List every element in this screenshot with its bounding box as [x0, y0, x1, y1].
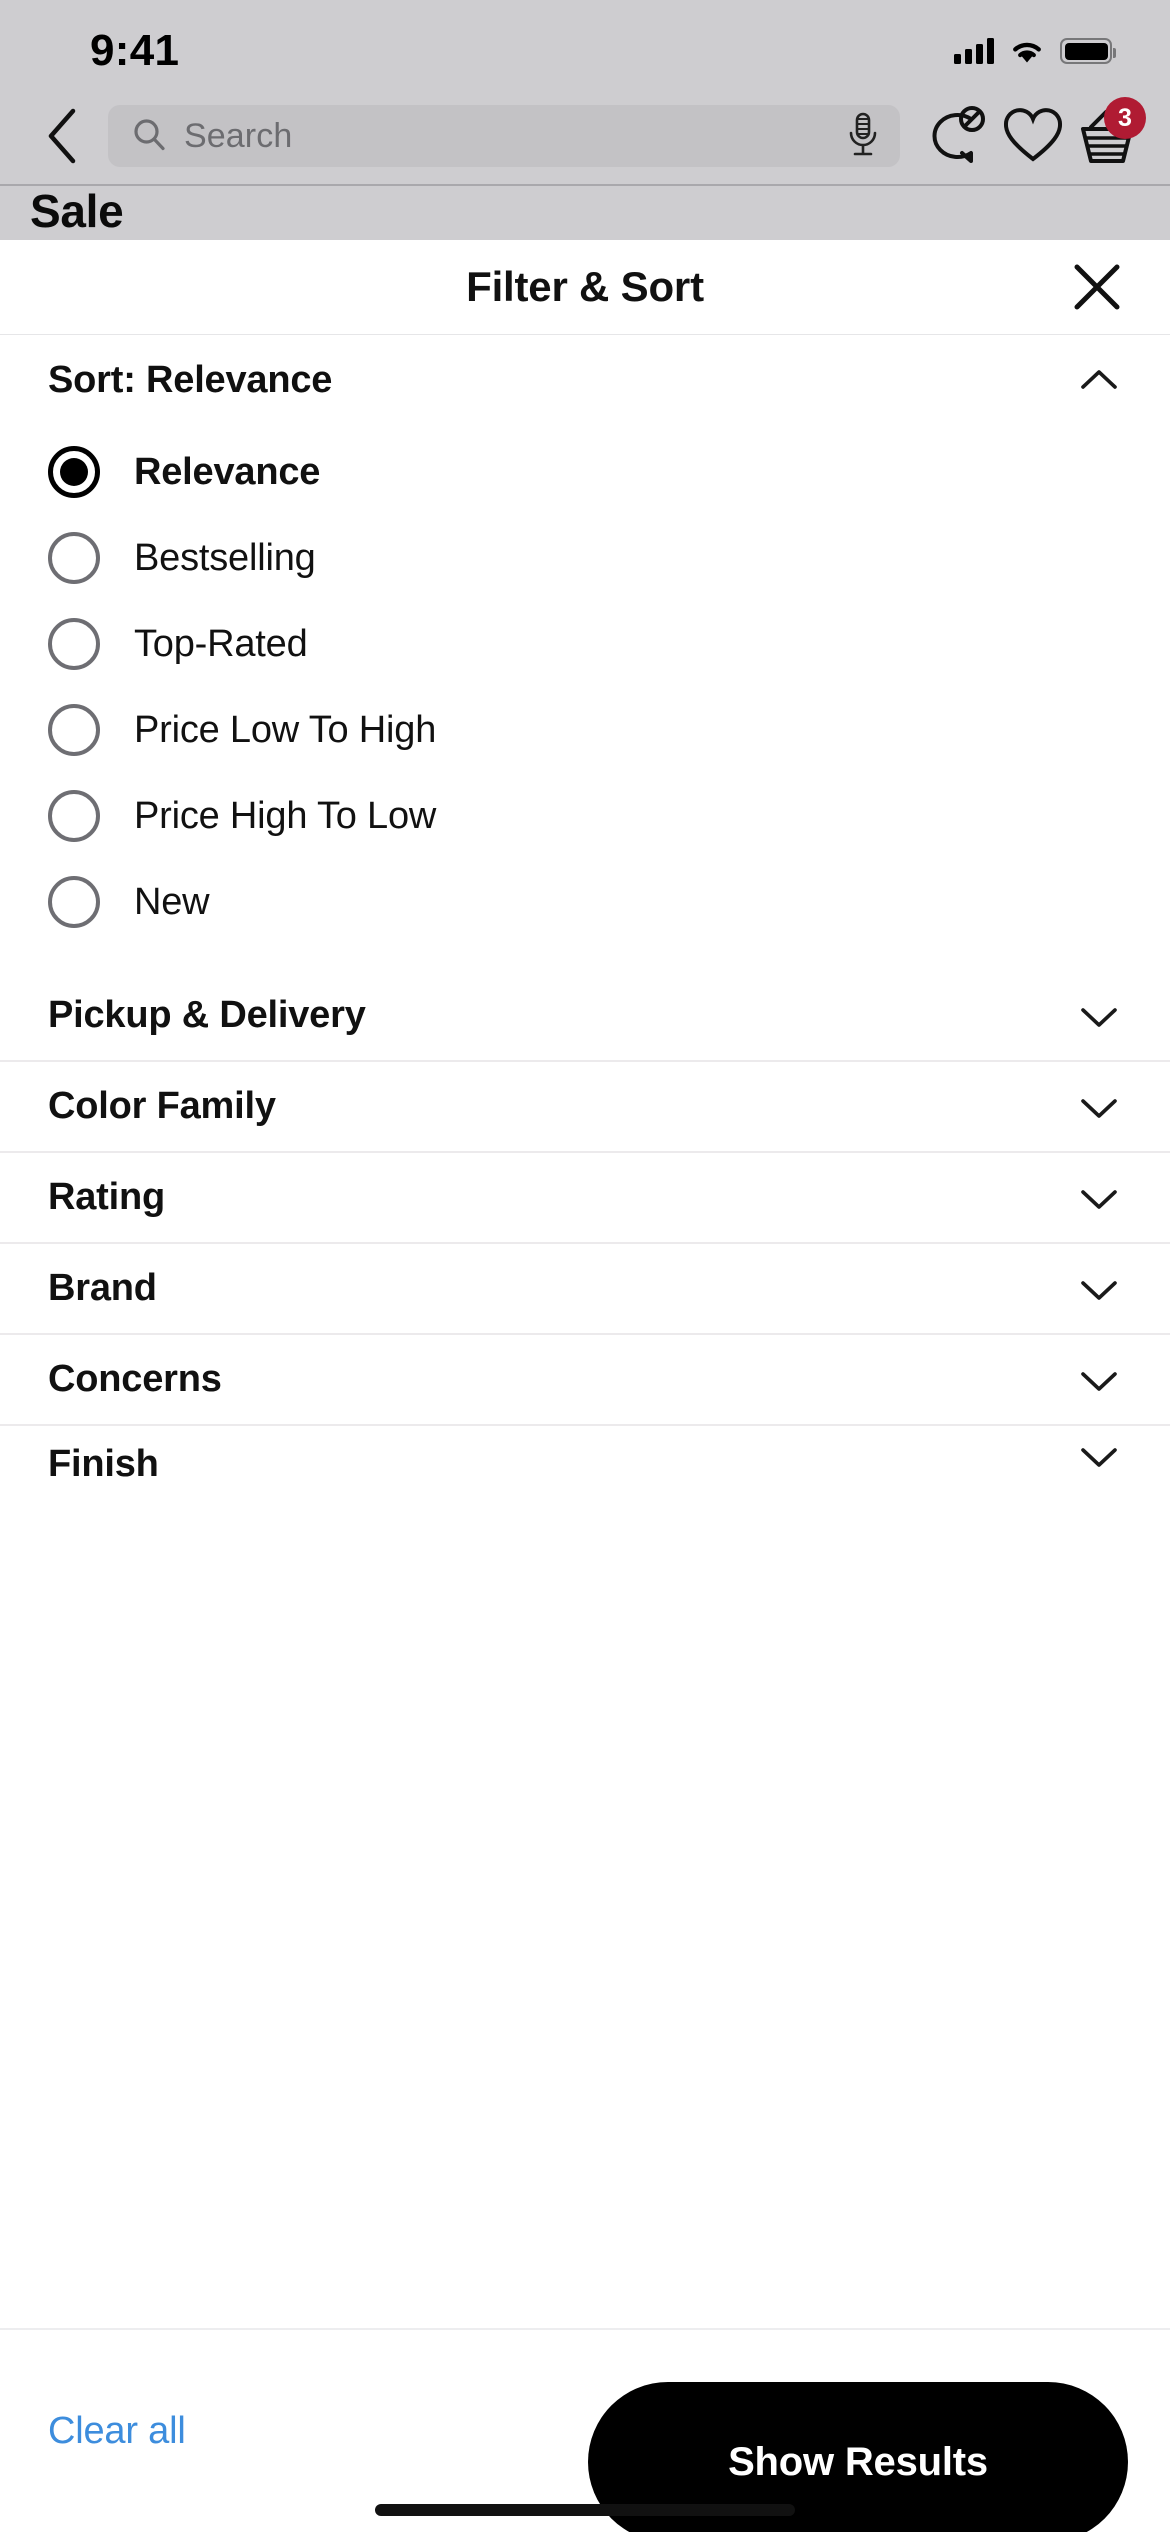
filter-section-color-family[interactable]: Color Family [0, 1062, 1170, 1153]
wishlist-button[interactable] [996, 99, 1070, 173]
assistant-button[interactable] [922, 99, 996, 173]
sort-option-label: Price High To Low [134, 795, 437, 837]
phone-screen: 9:41 Search 3 Sale Filter & Sort Sort: R… [0, 0, 1170, 2532]
sort-option-label: Bestselling [134, 537, 316, 579]
radio-button-icon[interactable] [48, 790, 100, 842]
filter-section-label: Color Family [48, 1085, 276, 1127]
microphone-icon[interactable] [848, 111, 878, 162]
sheet-header: Filter & Sort [0, 240, 1170, 335]
search-placeholder: Search [184, 117, 293, 155]
filter-section-label: Brand [48, 1267, 157, 1309]
status-bar: 9:41 [0, 0, 1170, 88]
chevron-down-icon[interactable] [1076, 993, 1122, 1039]
app-chrome: 9:41 Search 3 Sale [0, 0, 1170, 240]
cellular-signal-icon [954, 38, 994, 64]
sort-section-label: Sort: Relevance [48, 358, 333, 401]
filter-section-label: Pickup & Delivery [48, 994, 366, 1036]
chevron-down-icon[interactable] [1076, 1266, 1122, 1312]
search-icon [132, 117, 166, 156]
filter-section-concerns[interactable]: Concerns [0, 1335, 1170, 1426]
filter-sort-sheet: Filter & Sort Sort: Relevance Relevance … [0, 240, 1170, 2532]
chevron-down-icon[interactable] [1076, 1175, 1122, 1221]
wifi-icon [1010, 38, 1044, 64]
status-bar-time: 9:41 [90, 26, 180, 75]
sort-section-header[interactable]: Sort: Relevance [0, 335, 1170, 425]
sheet-title: Filter & Sort [466, 263, 704, 310]
filter-section-label: Finish [48, 1442, 159, 1485]
cart-badge: 3 [1104, 97, 1146, 139]
sort-option-new[interactable]: New [0, 859, 1170, 945]
back-button[interactable] [30, 104, 94, 168]
page-title: Sale [30, 185, 124, 237]
chevron-left-icon [48, 108, 76, 164]
sheet-body: Sort: Relevance Relevance Bestselling To… [0, 335, 1170, 2532]
filter-section-brand[interactable]: Brand [0, 1244, 1170, 1335]
filter-section-pickup-delivery[interactable]: Pickup & Delivery [0, 971, 1170, 1062]
action-bar: Clear all Show Results [0, 2328, 1170, 2532]
chat-bubble-icon [932, 106, 985, 163]
search-input[interactable]: Search [108, 105, 900, 167]
radio-button-icon[interactable] [48, 876, 100, 928]
chevron-down-icon[interactable] [1076, 1433, 1122, 1479]
battery-icon [1060, 38, 1116, 64]
sort-option-label: Price Low To High [134, 709, 437, 751]
page-title-bar: Sale [0, 186, 1170, 240]
sort-option-price-high-to-low[interactable]: Price High To Low [0, 773, 1170, 859]
filter-section-finish[interactable]: Finish [0, 1426, 1170, 1486]
clear-all-button[interactable]: Clear all [48, 2382, 186, 2450]
sort-options-list: Relevance Bestselling Top-Rated Price Lo… [0, 425, 1170, 971]
cart-button[interactable]: 3 [1070, 97, 1146, 173]
home-indicator [375, 2504, 795, 2516]
filter-section-label: Rating [48, 1176, 166, 1218]
heart-icon [1003, 108, 1063, 162]
filter-section-rating[interactable]: Rating [0, 1153, 1170, 1244]
sort-option-top-rated[interactable]: Top-Rated [0, 601, 1170, 687]
sort-option-label: Top-Rated [134, 623, 308, 665]
sort-option-relevance[interactable]: Relevance [0, 429, 1170, 515]
radio-button-icon[interactable] [26, 532, 100, 602]
close-icon [1074, 264, 1120, 310]
sort-option-price-low-to-high[interactable]: Price Low To High [0, 687, 1170, 773]
chevron-down-icon[interactable] [1076, 1084, 1122, 1130]
sort-option-label: Relevance [134, 451, 321, 493]
chevron-down-icon[interactable] [1076, 1357, 1122, 1403]
sort-option-label: New [134, 881, 210, 923]
radio-button-icon[interactable] [48, 618, 100, 670]
status-bar-indicators [954, 24, 1116, 64]
radio-button-icon[interactable] [48, 704, 100, 756]
nav-bar: Search 3 [0, 88, 1170, 184]
filter-section-label: Concerns [48, 1358, 222, 1400]
close-button[interactable] [1060, 250, 1134, 324]
radio-button-selected-icon[interactable] [48, 446, 100, 498]
chevron-up-icon[interactable] [1076, 357, 1122, 403]
sort-option-bestselling[interactable]: Bestselling [0, 515, 1170, 602]
